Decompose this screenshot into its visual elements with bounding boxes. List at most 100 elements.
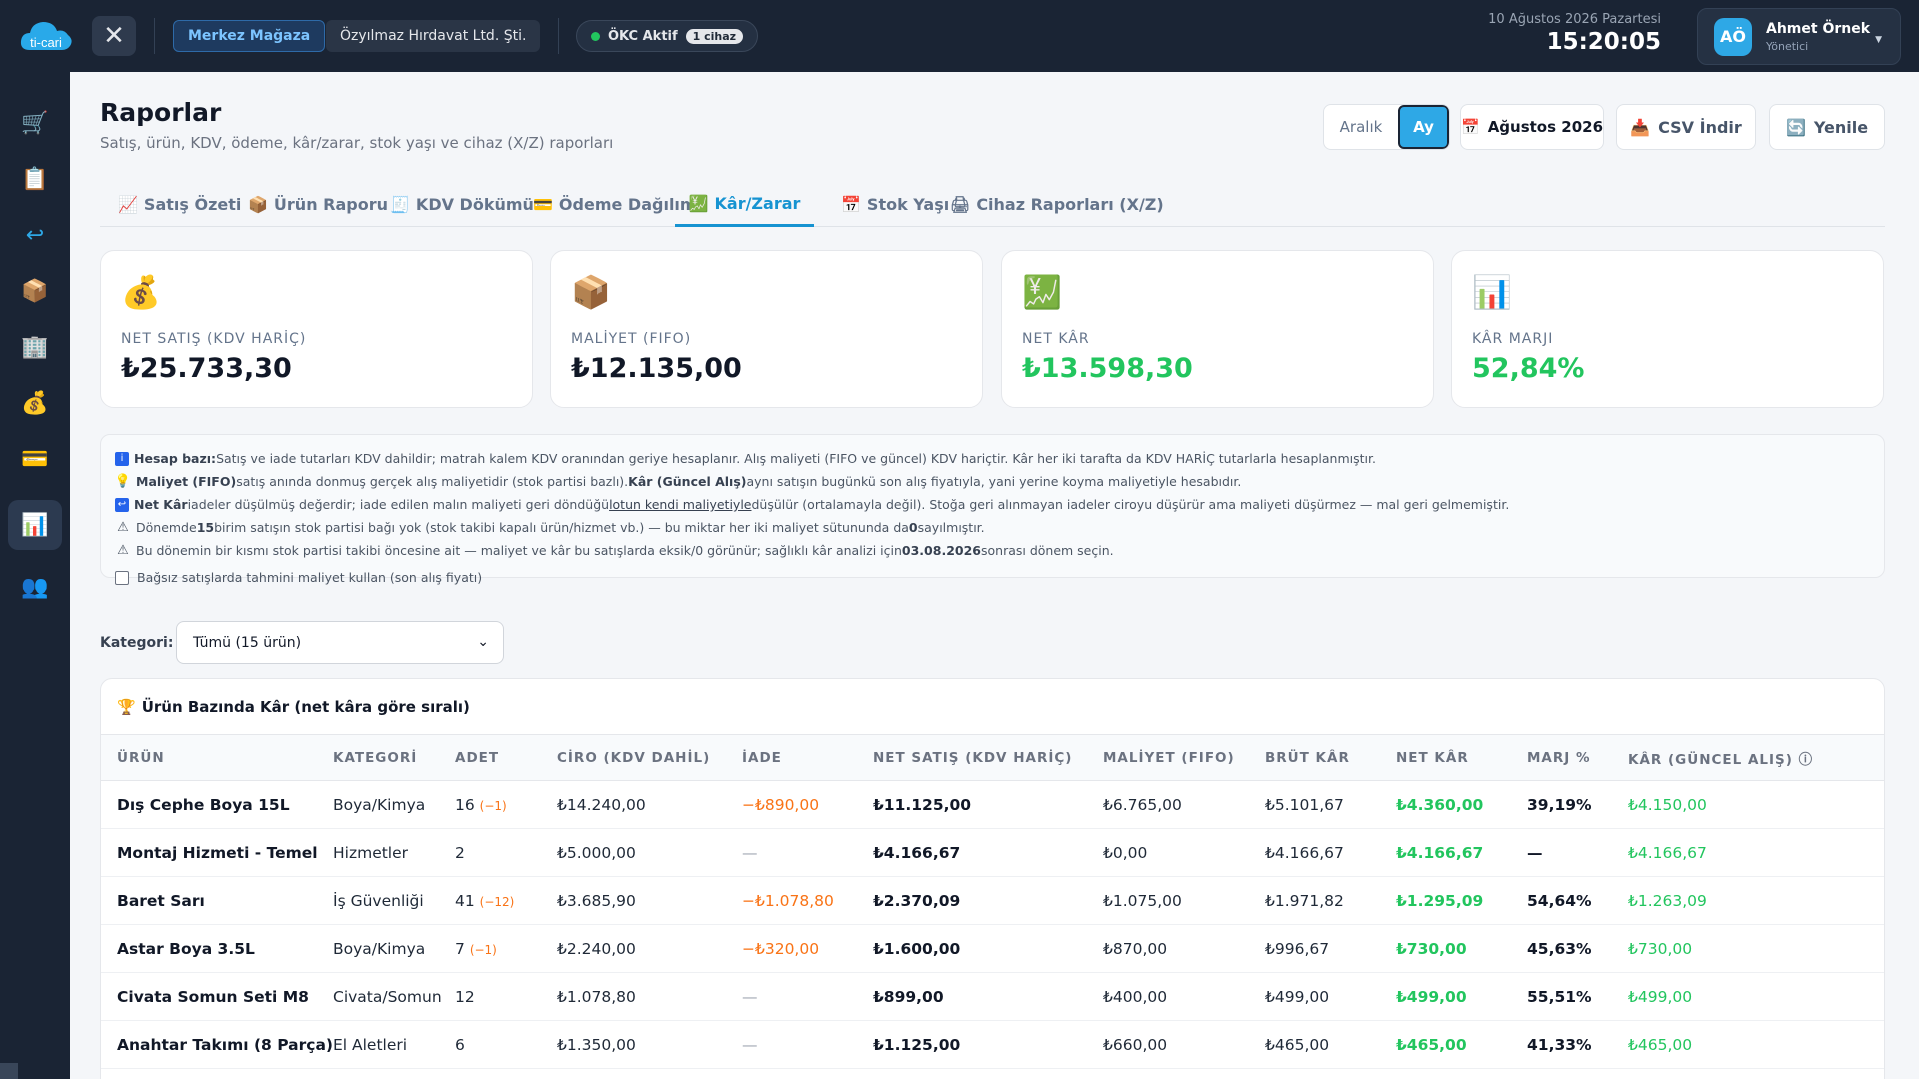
table-row[interactable]: Montaj Hizmeti - Temel Hizmetler 2 ₺5.00… [101, 828, 1884, 877]
cell-net-profit: ₺1.295,09 [1396, 876, 1527, 925]
note-text: Bu dönemin bir kısmı stok partisi takibi… [136, 543, 902, 558]
cell-qty: 12 [455, 972, 557, 1021]
table-title: 🏆 Ürün Bazında Kâr (net kâra göre sıralı… [101, 679, 1884, 734]
cell-product: Civata Somun Seti M8 [101, 972, 333, 1021]
column-header[interactable]: NET KÂR [1396, 734, 1527, 781]
note-strong: 0 [908, 520, 918, 535]
store-selector[interactable]: Merkez Mağaza [173, 20, 326, 52]
category-filter-label: Kategori: [100, 635, 174, 651]
money-bag-icon: 💰 [21, 390, 49, 416]
note-unlinked-units: ⚠ Dönemde 15 birim satışın stok partisi … [115, 516, 1870, 539]
tab-product-report[interactable]: 📦 Ürün Raporu [248, 182, 388, 227]
chevron-down-icon: ▼ [1875, 35, 1882, 45]
cell-qty: 2 [455, 828, 557, 877]
cell-margin: 41,33% [1527, 1020, 1628, 1069]
receipt-icon: 🧾 [390, 195, 410, 214]
table-title-text: Ürün Bazında Kâr (net kâra göre sıralı) [141, 697, 470, 716]
sidebar-item-sales[interactable]: 🛒 [8, 98, 62, 148]
column-header[interactable]: ADET [455, 734, 557, 781]
cell-net-sales: ₺2.370,09 [873, 876, 1103, 925]
note-tracking-start: ⚠ Bu dönemin bir kısmı stok partisi taki… [115, 539, 1870, 562]
sidebar-item-payments[interactable]: 💳 [8, 434, 62, 484]
sidebar-item-companies[interactable]: 🏢 [8, 322, 62, 372]
note-text: sonrası dönem seçin. [980, 543, 1114, 558]
column-header[interactable]: İADE [742, 734, 873, 781]
report-tabs: 📈 Satış Özeti 📦 Ürün Raporu 🧾 KDV Dökümü 💳 Ö… [100, 182, 1885, 227]
sidebar-item-returns[interactable]: ↩ [8, 210, 62, 260]
table-row[interactable]: Anahtar Takımı (8 Parça) El Aletleri 6 ₺… [101, 1020, 1884, 1069]
table-row[interactable]: Baret Sarı İş Güvenliği 41 (−12) ₺3.685,… [101, 876, 1884, 925]
cell-net-sales: ₺4.166,67 [873, 828, 1103, 877]
note-strong: Net Kâr [134, 497, 188, 512]
kpi-card-cost: 📦 MALİYET (FIFO) ₺12.135,00 [550, 250, 983, 408]
column-header[interactable]: MARJ % [1527, 734, 1628, 781]
table-row[interactable]: Civata Somun Seti M8 Civata/Somun 12 ₺1.… [101, 972, 1884, 1021]
sidebar-item-reports[interactable]: 📊 [8, 500, 62, 550]
csv-download-button[interactable]: 📥 CSV İndir [1616, 104, 1756, 150]
trophy-icon: 🏆 [117, 697, 136, 716]
cell-current-profit: ₺730,00 [1628, 924, 1884, 973]
tab-vat-breakdown[interactable]: 🧾 KDV Dökümü [390, 182, 534, 227]
cell-gross-profit: ₺5.101,67 [1265, 780, 1396, 829]
estimated-cost-option[interactable]: Bağsız satışlarda tahmini maliyet kullan… [115, 566, 1870, 589]
warning-icon: ⚠ [117, 543, 129, 558]
category-selected: Tümü (15 ürün) [193, 634, 302, 651]
cell-cost: ₺870,00 [1103, 924, 1265, 973]
note-link[interactable]: lotun kendi maliyetiyle [609, 497, 751, 512]
cell-refund: −₺320,00 [742, 924, 873, 973]
profit-chart-icon: 💹 [1022, 273, 1062, 311]
cell-margin: — [1527, 828, 1628, 877]
note-basis: i Hesap bazı: Satış ve iade tutarları KD… [115, 447, 1870, 470]
cell-cost: ₺6.765,00 [1103, 780, 1265, 829]
column-header[interactable]: KÂR (GÜNCEL ALIŞ) ⓘ [1628, 734, 1884, 781]
cell-gross-profit: ₺996,67 [1265, 924, 1396, 973]
cart-icon: 🛒 [21, 110, 49, 136]
sidebar-item-products[interactable]: 📦 [8, 266, 62, 316]
top-bar: ti-cari ✕ Merkez Mağaza Özyılmaz Hırdava… [0, 0, 1919, 72]
column-header[interactable]: NET SATIŞ (KDV HARİÇ) [873, 734, 1103, 781]
table-row[interactable]: Dış Cephe Boya 15L Boya/Kimya 16 (−1) ₺1… [101, 780, 1884, 829]
column-header[interactable]: CİRO (KDV DAHİL) [557, 734, 742, 781]
estimated-cost-checkbox[interactable] [115, 570, 129, 585]
column-header[interactable]: KATEGORİ [333, 734, 455, 781]
tab-label: Cihaz Raporları (X/Z) [976, 195, 1164, 214]
cell-refund: −₺890,00 [742, 780, 873, 829]
sidebar-item-finance[interactable]: 💰 [8, 378, 62, 428]
cell-product: Anahtar Takımı (8 Parça) [101, 1020, 333, 1069]
qty-value: 16 [455, 795, 475, 814]
cell-cost: ₺1.075,00 [1103, 876, 1265, 925]
kpi-value: ₺12.135,00 [571, 353, 742, 384]
close-button[interactable]: ✕ [92, 16, 136, 56]
tab-profit-loss[interactable]: 💹 Kâr/Zarar [675, 182, 814, 227]
table-row[interactable]: Astar Boya 3.5L Boya/Kimya 7 (−1) ₺2.240… [101, 924, 1884, 973]
tab-label: Ürün Raporu [273, 195, 388, 214]
refresh-button[interactable]: 🔄 Yenile [1769, 104, 1885, 150]
column-header[interactable]: ÜRÜN [101, 734, 333, 781]
note-text: iadeler düşülmüş değerdir; iade edilen m… [187, 497, 610, 512]
user-menu[interactable]: AÖ Ahmet Örnek Yönetici ▼ [1697, 8, 1901, 65]
building-icon: 🏢 [21, 334, 49, 360]
kpi-value: ₺13.598,30 [1022, 353, 1193, 384]
box-icon: 📦 [21, 278, 49, 304]
tab-sales-summary[interactable]: 📈 Satış Özeti [118, 182, 241, 227]
category-select[interactable]: Tümü (15 ürün) ⌄ [176, 621, 504, 664]
cell-current-profit: ₺1.263,09 [1628, 876, 1884, 925]
tab-stock-age[interactable]: 📅 Stok Yaşı [841, 182, 949, 227]
cell-net-profit: ₺499,00 [1396, 972, 1527, 1021]
okc-status[interactable]: ÖKC Aktif 1 cihaz [576, 20, 759, 52]
month-button[interactable]: Ay [1398, 105, 1449, 149]
cell-current-profit: ₺465,00 [1628, 1020, 1884, 1069]
column-header[interactable]: MALİYET (FIFO) [1103, 734, 1265, 781]
logo-icon[interactable]: ti-cari [18, 14, 76, 56]
column-header[interactable]: BRÜT KÂR [1265, 734, 1396, 781]
qty-value: 12 [455, 987, 475, 1006]
tab-device-reports[interactable]: 🖨 Cihaz Raporları (X/Z) [950, 182, 1164, 227]
refresh-icon: 🔄 [1785, 117, 1806, 137]
range-button[interactable]: Aralık [1324, 118, 1398, 136]
product-profit-table-card: 🏆 Ürün Bazında Kâr (net kâra göre sıralı… [100, 678, 1885, 1079]
note-strong: 03.08.2026 [901, 543, 981, 558]
sidebar-item-users[interactable]: 👥 [8, 562, 62, 612]
sidebar-item-documents[interactable]: 📋 [8, 154, 62, 204]
period-picker[interactable]: 📅 Ağustos 2026 [1460, 104, 1604, 150]
kpi-label: NET KÂR [1022, 331, 1090, 347]
